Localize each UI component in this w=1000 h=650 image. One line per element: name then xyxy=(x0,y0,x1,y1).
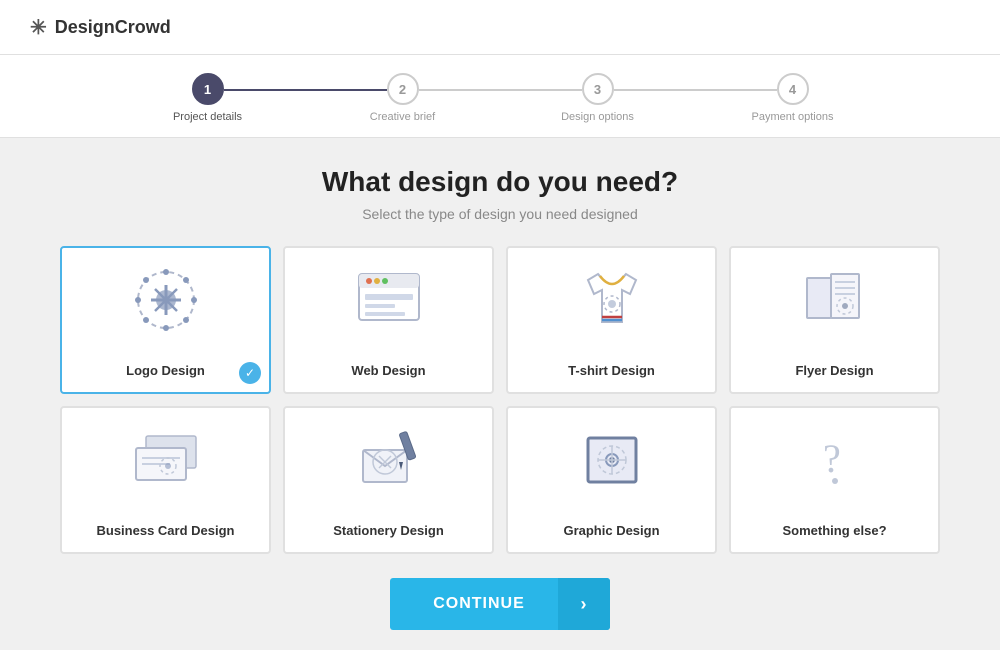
card-logo-label: Logo Design xyxy=(126,363,205,378)
continue-label: CONTINUE xyxy=(390,595,558,613)
other-design-icon: ? xyxy=(800,420,870,500)
progress-area: 1 Project details 2 Creative brief 3 Des… xyxy=(0,55,1000,138)
step-line-1 xyxy=(224,89,387,91)
card-graphic-label: Graphic Design xyxy=(563,523,659,538)
card-bizcard-label: Business Card Design xyxy=(97,523,235,538)
card-tshirt-label: T-shirt Design xyxy=(568,363,655,378)
web-design-icon xyxy=(354,260,424,340)
graphic-design-icon xyxy=(577,420,647,500)
card-flyer-label: Flyer Design xyxy=(795,363,873,378)
step-label-3: Design options xyxy=(561,111,634,123)
card-bizcard[interactable]: Business Card Design xyxy=(60,406,271,554)
card-logo[interactable]: Logo Design ✓ xyxy=(60,246,271,394)
card-web-label: Web Design xyxy=(351,363,425,378)
continue-button[interactable]: CONTINUE › xyxy=(390,578,610,630)
logo-design-icon xyxy=(131,260,201,340)
step-circle-3: 3 xyxy=(582,73,614,105)
header: ✳ DesignCrowd xyxy=(0,0,1000,55)
card-stationery-label: Stationery Design xyxy=(333,523,444,538)
continue-arrow-icon: › xyxy=(558,578,610,630)
bizcard-design-icon xyxy=(131,420,201,500)
tshirt-design-icon xyxy=(577,260,647,340)
flyer-design-icon xyxy=(800,260,870,340)
selected-check: ✓ xyxy=(239,362,261,384)
page-title: What design do you need? xyxy=(60,166,940,198)
design-grid: Logo Design ✓ Web D xyxy=(60,246,940,554)
continue-area: CONTINUE › xyxy=(60,578,940,630)
steps: 1 Project details 2 Creative brief 3 Des… xyxy=(110,73,890,123)
step-label-4: Payment options xyxy=(752,111,834,123)
svg-text:?: ? xyxy=(823,436,841,481)
step-circle-1: 1 xyxy=(192,73,224,105)
card-web[interactable]: Web Design xyxy=(283,246,494,394)
step-label-1: Project details xyxy=(173,111,242,123)
step-circle-4: 4 xyxy=(777,73,809,105)
logo-icon: ✳ xyxy=(30,15,47,40)
card-tshirt[interactable]: T-shirt Design xyxy=(506,246,717,394)
step-line-3 xyxy=(614,89,777,91)
card-other[interactable]: ? Something else? xyxy=(729,406,940,554)
step-4: 4 Payment options xyxy=(695,73,890,123)
step-circle-2: 2 xyxy=(387,73,419,105)
card-stationery[interactable]: Stationery Design xyxy=(283,406,494,554)
logo: ✳ DesignCrowd xyxy=(30,15,171,40)
card-flyer[interactable]: Flyer Design xyxy=(729,246,940,394)
step-3: 3 Design options xyxy=(500,73,695,123)
step-1: 1 Project details xyxy=(110,73,305,123)
card-other-label: Something else? xyxy=(782,523,886,538)
step-label-2: Creative brief xyxy=(370,111,435,123)
step-line-2 xyxy=(419,89,582,91)
card-graphic[interactable]: Graphic Design xyxy=(506,406,717,554)
main-content: What design do you need? Select the type… xyxy=(0,138,1000,650)
logo-text: DesignCrowd xyxy=(55,17,171,38)
page-subtitle: Select the type of design you need desig… xyxy=(60,206,940,222)
stationery-design-icon xyxy=(354,420,424,500)
step-2: 2 Creative brief xyxy=(305,73,500,123)
